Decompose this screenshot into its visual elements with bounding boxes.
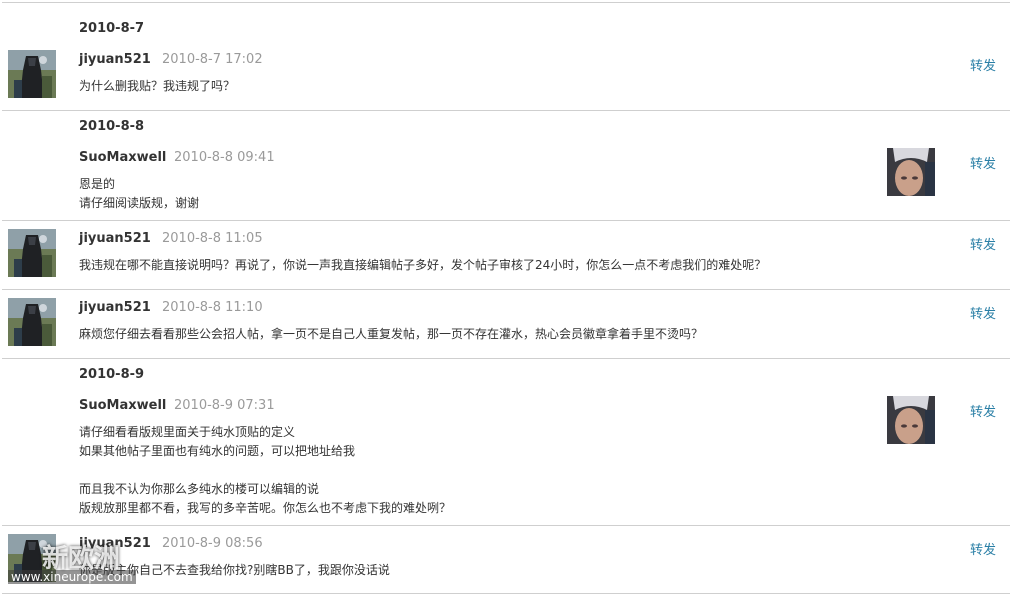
post-time: 2010-8-7 17:02	[162, 52, 263, 67]
post-time: 2010-8-9 08:56	[162, 536, 263, 551]
knight-avatar-icon	[8, 50, 56, 98]
post-message-line: 如果其他帖子里面也有纯水的问题，可以把地址给我	[79, 444, 356, 458]
elf-girl-avatar-icon	[887, 148, 935, 196]
user-avatar-knight[interactable]	[8, 50, 56, 98]
post-author[interactable]: SuoMaxwell	[79, 398, 166, 413]
watermark-url: www.xineurope.com	[8, 570, 136, 584]
divider	[2, 358, 1010, 359]
user-avatar-elf[interactable]	[887, 148, 935, 196]
message-thread: 2010-8-7 jiyuan521 2010-8-7 17:02 为什么删我贴…	[0, 0, 1024, 596]
user-avatar-knight[interactable]	[8, 298, 56, 346]
divider	[2, 289, 1010, 290]
post-time: 2010-8-8 11:05	[162, 231, 263, 246]
post-author[interactable]: jiyuan521	[79, 231, 151, 246]
date-header: 2010-8-9	[79, 367, 145, 382]
forward-button[interactable]: 转发	[970, 234, 996, 253]
forward-button[interactable]: 转发	[970, 401, 996, 420]
user-avatar-elf[interactable]	[887, 396, 935, 444]
post-time: 2010-8-8 09:41	[174, 150, 275, 165]
post-message-line: 而且我不认为你那么多纯水的楼可以编辑的说	[79, 482, 320, 496]
knight-avatar-icon	[8, 229, 56, 277]
post-message-line: 麻烦您仔细去看看那些公会招人帖，拿一页不是自己人重复发帖，那一页不存在灌水，热心…	[79, 327, 704, 341]
forward-button[interactable]: 转发	[970, 539, 996, 558]
divider	[2, 220, 1010, 221]
post-message-line: 我违规在哪不能直接说明吗？再说了，你说一声我直接编辑帖子多好，发个帖子审核了24…	[79, 258, 767, 272]
post-author[interactable]: SuoMaxwell	[79, 150, 166, 165]
date-header: 2010-8-8	[79, 119, 145, 134]
forward-button[interactable]: 转发	[970, 153, 996, 172]
post-message-line: 恩是的	[79, 177, 116, 191]
divider	[2, 110, 1010, 111]
post-author[interactable]: jiyuan521	[79, 300, 151, 315]
forward-button[interactable]: 转发	[970, 303, 996, 322]
divider	[2, 593, 1010, 594]
date-header: 2010-8-7	[79, 21, 145, 36]
post-message-line: 请仔细阅读版规，谢谢	[79, 196, 200, 210]
user-avatar-knight[interactable]	[8, 229, 56, 277]
divider	[2, 2, 1010, 3]
post-message-line: 版规放那里都不看，我写的多辛苦呢。你怎么也不考虑下我的难处咧？	[79, 501, 452, 515]
post-time: 2010-8-8 11:10	[162, 300, 263, 315]
divider	[2, 525, 1010, 526]
knight-avatar-icon	[8, 298, 56, 346]
post-message-line: 请仔细看看版规里面关于纯水顶贴的定义	[79, 425, 296, 439]
post-message-line: 为什么删我贴？我违规了吗？	[79, 79, 236, 93]
post-time: 2010-8-9 07:31	[174, 398, 275, 413]
forward-button[interactable]: 转发	[970, 55, 996, 74]
elf-girl-avatar-icon	[887, 396, 935, 444]
post-author[interactable]: jiyuan521	[79, 52, 151, 67]
site-watermark: 新欧洲 www.xineurope.com	[6, 538, 152, 588]
